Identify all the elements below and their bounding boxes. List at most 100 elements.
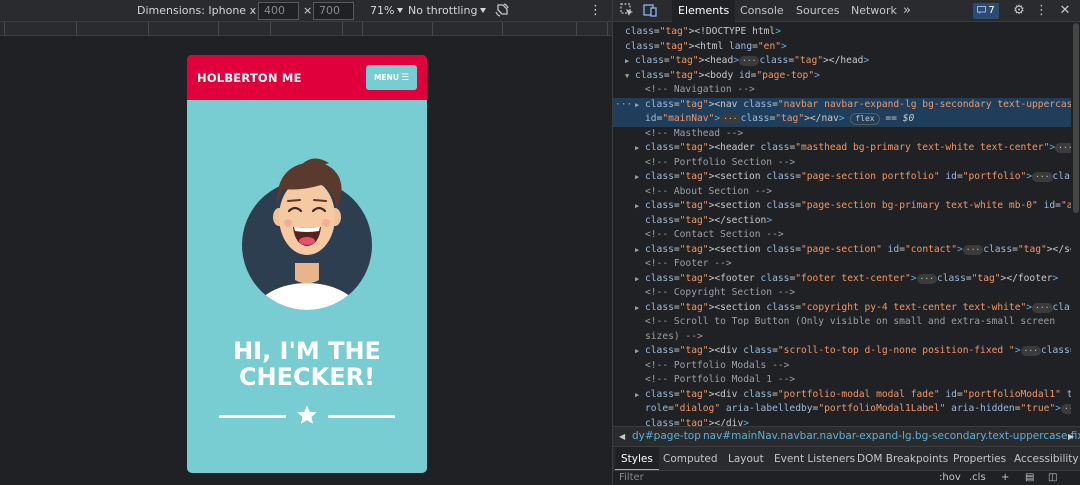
collapsed-ellipsis-icon: ···	[720, 114, 741, 124]
menu-label: MENU	[373, 73, 399, 82]
collapsed-ellipsis-icon: ···	[916, 273, 937, 284]
expand-triangle-icon: ▶	[635, 245, 640, 254]
collapsed-ellipsis-icon: ···	[962, 244, 984, 255]
add-rule-icon[interactable]: +	[1001, 471, 1009, 485]
dom-tree-line[interactable]: ▼ class="tag"><body id="page-top">	[613, 69, 1071, 84]
dom-tree-line[interactable]: ▶ class="tag"><head> ··· class="tag"></head…	[613, 54, 1071, 69]
dimensions-dropdown[interactable]: Dimensions: Iphone x	[137, 3, 266, 19]
rotate-icon[interactable]	[494, 2, 510, 18]
dom-tree-line[interactable]: <!-- Masthead -->	[613, 127, 1071, 142]
tab-accessibility[interactable]: Accessibility	[1008, 447, 1080, 471]
more-tabs-icon[interactable]: »	[900, 3, 914, 19]
ruler-segment[interactable]	[218, 22, 270, 36]
ruler-segment[interactable]	[76, 22, 148, 36]
dom-tree-scrollbar[interactable]	[1071, 23, 1080, 426]
avatar	[241, 155, 373, 310]
dom-tree-line[interactable]: <!-- Portfolio Modal 1 -->	[613, 373, 1071, 388]
zoom-dropdown[interactable]: 71%	[370, 3, 404, 19]
avatar-illustration	[242, 158, 372, 310]
dom-tree-line[interactable]: ▶ class="tag"><footer class="footer text-…	[613, 272, 1071, 287]
hero-heading-line-1: HI, I'M THE	[233, 337, 381, 365]
dom-tree-line[interactable]: ▶ class="tag"><section class="page-sectio…	[613, 199, 1071, 214]
dom-tree-line[interactable]: <!-- Copyright Section -->	[613, 286, 1071, 301]
tab-elements[interactable]: Elements	[672, 0, 736, 22]
tab-layout[interactable]: Layout	[722, 447, 770, 471]
dom-tree-line[interactable]: ▶ class="tag"><section class="page-sectio…	[613, 170, 1071, 185]
dom-tree-line[interactable]: ▶ class="tag"><header class="masthead bg-…	[613, 141, 1071, 156]
ruler-segment[interactable]	[576, 22, 608, 36]
collapsed-ellipsis-icon: ···	[739, 56, 760, 66]
ruler-segment[interactable]	[4, 22, 76, 36]
tab-computed[interactable]: Computed	[657, 447, 724, 471]
dom-tree-line[interactable]: ▶ class="tag"><div class="scroll-to-top d…	[613, 344, 1071, 359]
dom-tree-line[interactable]: ▶ class="tag"><section class="page-sectio…	[613, 243, 1071, 258]
star-divider	[219, 404, 395, 428]
tab-console[interactable]: Console	[734, 0, 790, 22]
throttling-dropdown[interactable]: No throttling	[408, 3, 487, 19]
toggle-sidebar-icon[interactable]: ◫	[1048, 471, 1057, 485]
site-brand[interactable]: HOLBERTON ME	[197, 71, 302, 85]
tab-event-listeners[interactable]: Event Listeners	[768, 447, 861, 471]
media-query-ruler	[0, 22, 612, 36]
device-toggle-icon[interactable]	[642, 3, 658, 19]
close-icon[interactable]: ✕	[1058, 3, 1072, 19]
ruler-segment[interactable]	[342, 22, 362, 36]
cls-toggle[interactable]: .cls	[969, 471, 986, 485]
menu-button[interactable]: MENU ☰	[366, 65, 417, 90]
dom-tree-line[interactable]: ▶ class="tag"><div class="portfolio-modal…	[613, 388, 1071, 403]
dom-tree-line[interactable]: sizes) -->	[613, 330, 1071, 345]
devtools-tab-bar: Elements Console Sources Network » 7 ⚙ ⋮…	[613, 0, 1080, 22]
tab-sources[interactable]: Sources	[790, 0, 846, 22]
height-input[interactable]: 700	[313, 2, 354, 20]
dom-tree-line[interactable]: class="tag"><html lang="en">	[613, 40, 1071, 55]
emulated-page: HOLBERTON ME MENU ☰ HI, I'M THE CHECKER!	[187, 55, 427, 473]
breadcrumb-scroll-right-icon[interactable]: ▶	[1068, 427, 1074, 446]
dom-tree-line[interactable]: ··· ▶ class="tag"><nav class="navbar navba…	[613, 97, 1071, 112]
styles-filter-input[interactable]: Filter	[619, 471, 644, 485]
dom-tree-line[interactable]: <!-- Portfolio Modals -->	[613, 359, 1071, 374]
inspect-element-icon[interactable]	[619, 3, 635, 19]
hov-toggle[interactable]: :hov	[939, 471, 961, 485]
dom-tree-line[interactable]: ▶ class="tag"><section class="copyright p…	[613, 301, 1071, 316]
chevron-down-icon	[397, 8, 404, 13]
collapsed-ellipsis-icon: ···	[1055, 143, 1071, 153]
issues-badge[interactable]: 7	[973, 3, 999, 19]
dimensions-label: Dimensions: Iphone x	[137, 4, 257, 17]
ruler-segment[interactable]	[148, 22, 218, 36]
divider-line-left	[219, 415, 286, 418]
ruler-segment[interactable]	[270, 22, 342, 36]
breadcrumb-scroll-left-icon[interactable]: ◀	[619, 427, 625, 446]
dom-tree-line[interactable]: <!-- Scroll to Top Button (Only visible …	[613, 315, 1071, 330]
dom-tree-line[interactable]: <!-- Contact Section -->	[613, 228, 1071, 243]
dom-tree-line[interactable]: <!-- About Section -->	[613, 185, 1071, 200]
dom-tree-line[interactable]: class="tag"></section>	[613, 214, 1071, 229]
width-input[interactable]: 400	[258, 2, 299, 20]
tab-styles[interactable]: Styles	[615, 447, 659, 471]
breadcrumb-item-nav[interactable]: nav#mainNav.navbar.navbar-expand-lg.bg-s…	[703, 427, 1080, 446]
collapsed-ellipsis-icon: ···	[1020, 346, 1041, 356]
more-options-icon[interactable]: ⋮	[1035, 3, 1048, 19]
settings-gear-icon[interactable]: ⚙	[1011, 3, 1027, 19]
ruler-segment[interactable]	[502, 22, 576, 36]
dom-tree-line[interactable]: role="dialog" aria-labelledby="portfolio…	[613, 402, 1071, 417]
scrollbar-thumb[interactable]	[1073, 23, 1079, 213]
dom-tree-line[interactable]: class="tag"><!DOCTYPE html>	[613, 25, 1071, 40]
dom-tree-line[interactable]: <!-- Portfolio Section -->	[613, 156, 1071, 171]
breadcrumb-item-body[interactable]: dy#page-top	[632, 427, 701, 446]
site-navbar: HOLBERTON ME MENU ☰	[187, 55, 427, 100]
divider-line-right	[328, 415, 395, 418]
dom-tree-line[interactable]: class="tag"></div>	[613, 417, 1071, 427]
tab-dom-breakpoints[interactable]: DOM Breakpoints	[851, 447, 954, 471]
more-options-icon[interactable]: ⋮	[589, 3, 602, 19]
computed-sidebar-icon[interactable]: ▤	[1025, 471, 1034, 485]
ruler-segment[interactable]	[362, 22, 432, 36]
dom-tree-line[interactable]: <!-- Navigation -->	[613, 83, 1071, 98]
tab-properties[interactable]: Properties	[947, 447, 1012, 471]
ruler-segment[interactable]	[432, 22, 502, 36]
tab-network[interactable]: Network	[845, 0, 903, 22]
zoom-label: 71%	[370, 4, 395, 17]
collapsed-ellipsis-icon: ···	[1060, 404, 1071, 414]
dom-tree-line[interactable]: id="mainNav"> ··· class="tag"></nav> flex …	[613, 112, 1071, 127]
dom-tree-line[interactable]: <!-- Footer -->	[613, 257, 1071, 272]
dimension-times: ×	[303, 4, 313, 17]
